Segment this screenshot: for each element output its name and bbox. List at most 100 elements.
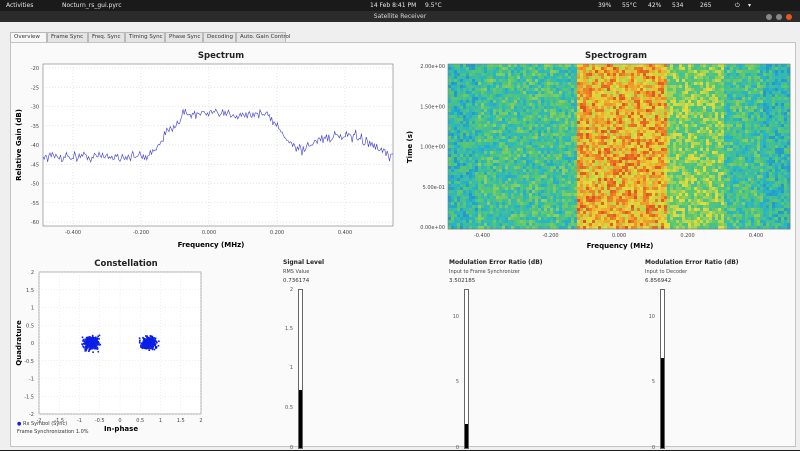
clock[interactable]: 14 Feb 8:41 PM (370, 2, 416, 9)
spectrogram-cell (565, 145, 568, 148)
spectrogram-cell (613, 223, 616, 226)
spectrogram-cell (673, 142, 676, 145)
spectrogram-cell (574, 157, 577, 160)
spectrogram-cell (637, 70, 640, 73)
spectrogram-cell (610, 79, 613, 82)
spectrogram-cell (463, 175, 466, 178)
spectrogram-cell (649, 190, 652, 193)
spectrogram-cell (448, 208, 451, 211)
spectrogram-cell (523, 70, 526, 73)
spectrogram-cell (523, 217, 526, 220)
spectrogram-cell (532, 211, 535, 214)
close-button[interactable] (786, 14, 792, 20)
spectrogram-cell (583, 154, 586, 157)
spectrogram-cell (463, 91, 466, 94)
spectrogram-cell (715, 85, 718, 88)
spectrogram-cell (529, 172, 532, 175)
spectrogram-cell (559, 211, 562, 214)
spectrogram-cell (472, 151, 475, 154)
spectrogram-cell (511, 97, 514, 100)
spectrogram-cell (586, 187, 589, 190)
spectrogram-cell (712, 217, 715, 220)
spectrogram-cell (706, 94, 709, 97)
spectrogram-cell (631, 211, 634, 214)
spectrogram-cell (529, 88, 532, 91)
spectrogram-cell (715, 175, 718, 178)
spectrogram-cell (619, 175, 622, 178)
spectrogram-cell (580, 145, 583, 148)
spectrogram-cell (664, 202, 667, 205)
spectrogram-cell (526, 196, 529, 199)
spectrogram-cell (526, 133, 529, 136)
spectrogram-cell (505, 103, 508, 106)
spectrogram-cell (469, 136, 472, 139)
spectrogram-cell (673, 67, 676, 70)
spectrogram-plot[interactable]: 2.00e+001.50e+001.00e+005.00e-010.00e+00… (406, 61, 796, 251)
spectrogram-cell (568, 208, 571, 211)
maximize-button[interactable] (776, 14, 782, 20)
spectrogram-cell (649, 151, 652, 154)
spectrogram-cell (535, 70, 538, 73)
tab-decoding[interactable]: Decoding (203, 32, 236, 42)
spectrogram-cell (694, 211, 697, 214)
spectrogram-cell (703, 193, 706, 196)
tab-frame-sync[interactable]: Frame Sync (47, 32, 88, 42)
spectrogram-cell (451, 163, 454, 166)
spectrogram-cell (610, 169, 613, 172)
spectrogram-cell (565, 217, 568, 220)
spectrogram-cell (541, 85, 544, 88)
spectrogram-cell (577, 118, 580, 121)
spectrogram-cell (499, 139, 502, 142)
spectrogram-cell (457, 187, 460, 190)
spectrogram-cell (481, 79, 484, 82)
app-menu[interactable]: Nocturn_rs_gui.pyrc (62, 2, 122, 9)
spectrogram-cell (517, 115, 520, 118)
indicator-3: 42% (648, 2, 661, 9)
spectrogram-cell (622, 79, 625, 82)
tab-freq-sync[interactable]: Freq. Sync (88, 32, 125, 42)
spectrogram-cell (616, 205, 619, 208)
spectrogram-cell (568, 64, 571, 67)
spectrogram-cell (712, 145, 715, 148)
spectrogram-cell (688, 130, 691, 133)
spectrogram-cell (529, 163, 532, 166)
spectrum-plot[interactable]: -20-25-30-35-40-45-50-55-60 -0.400-0.200… (11, 61, 406, 251)
spectrogram-cell (556, 106, 559, 109)
spectrogram-cell (487, 145, 490, 148)
spectrogram-cell (715, 172, 718, 175)
spectrogram-cell (592, 175, 595, 178)
spectrogram-cell (526, 220, 529, 223)
minimize-button[interactable] (766, 14, 772, 20)
spectrogram-cell (604, 190, 607, 193)
power-icon[interactable]: ⏻ (735, 2, 740, 10)
spectrogram-cell (598, 94, 601, 97)
spectrogram-cell (568, 88, 571, 91)
spectrogram-cell (466, 115, 469, 118)
spectrogram-cell (469, 109, 472, 112)
spectrogram-cell (520, 223, 523, 226)
tab-timing-sync[interactable]: Timing Sync (125, 32, 165, 42)
spectrogram-cell (526, 91, 529, 94)
spectrogram-cell (649, 220, 652, 223)
spectrogram-cell (490, 175, 493, 178)
spectrogram-cell (490, 100, 493, 103)
spectrogram-cell (664, 112, 667, 115)
spectrogram-cell (553, 172, 556, 175)
tab-auto-gain-control[interactable]: Auto. Gain Control (236, 32, 286, 42)
spectrogram-cell (583, 172, 586, 175)
spectrogram-cell (715, 82, 718, 85)
spectrogram-cell (547, 133, 550, 136)
spectrogram-cell (583, 79, 586, 82)
spectrogram-cell (709, 133, 712, 136)
spectrogram-cell (502, 154, 505, 157)
spectrogram-cell (607, 115, 610, 118)
spectrogram-cell (574, 127, 577, 130)
tab-overview[interactable]: Overview (10, 32, 47, 42)
activities-button[interactable]: Activities (6, 2, 33, 9)
spectrogram-cell (526, 181, 529, 184)
tab-phase-sync[interactable]: Phase Sync (165, 32, 203, 42)
spectrogram-cell (568, 178, 571, 181)
spectrogram-cell (688, 97, 691, 100)
spectrogram-cell (601, 109, 604, 112)
spectrogram-cell (502, 112, 505, 115)
